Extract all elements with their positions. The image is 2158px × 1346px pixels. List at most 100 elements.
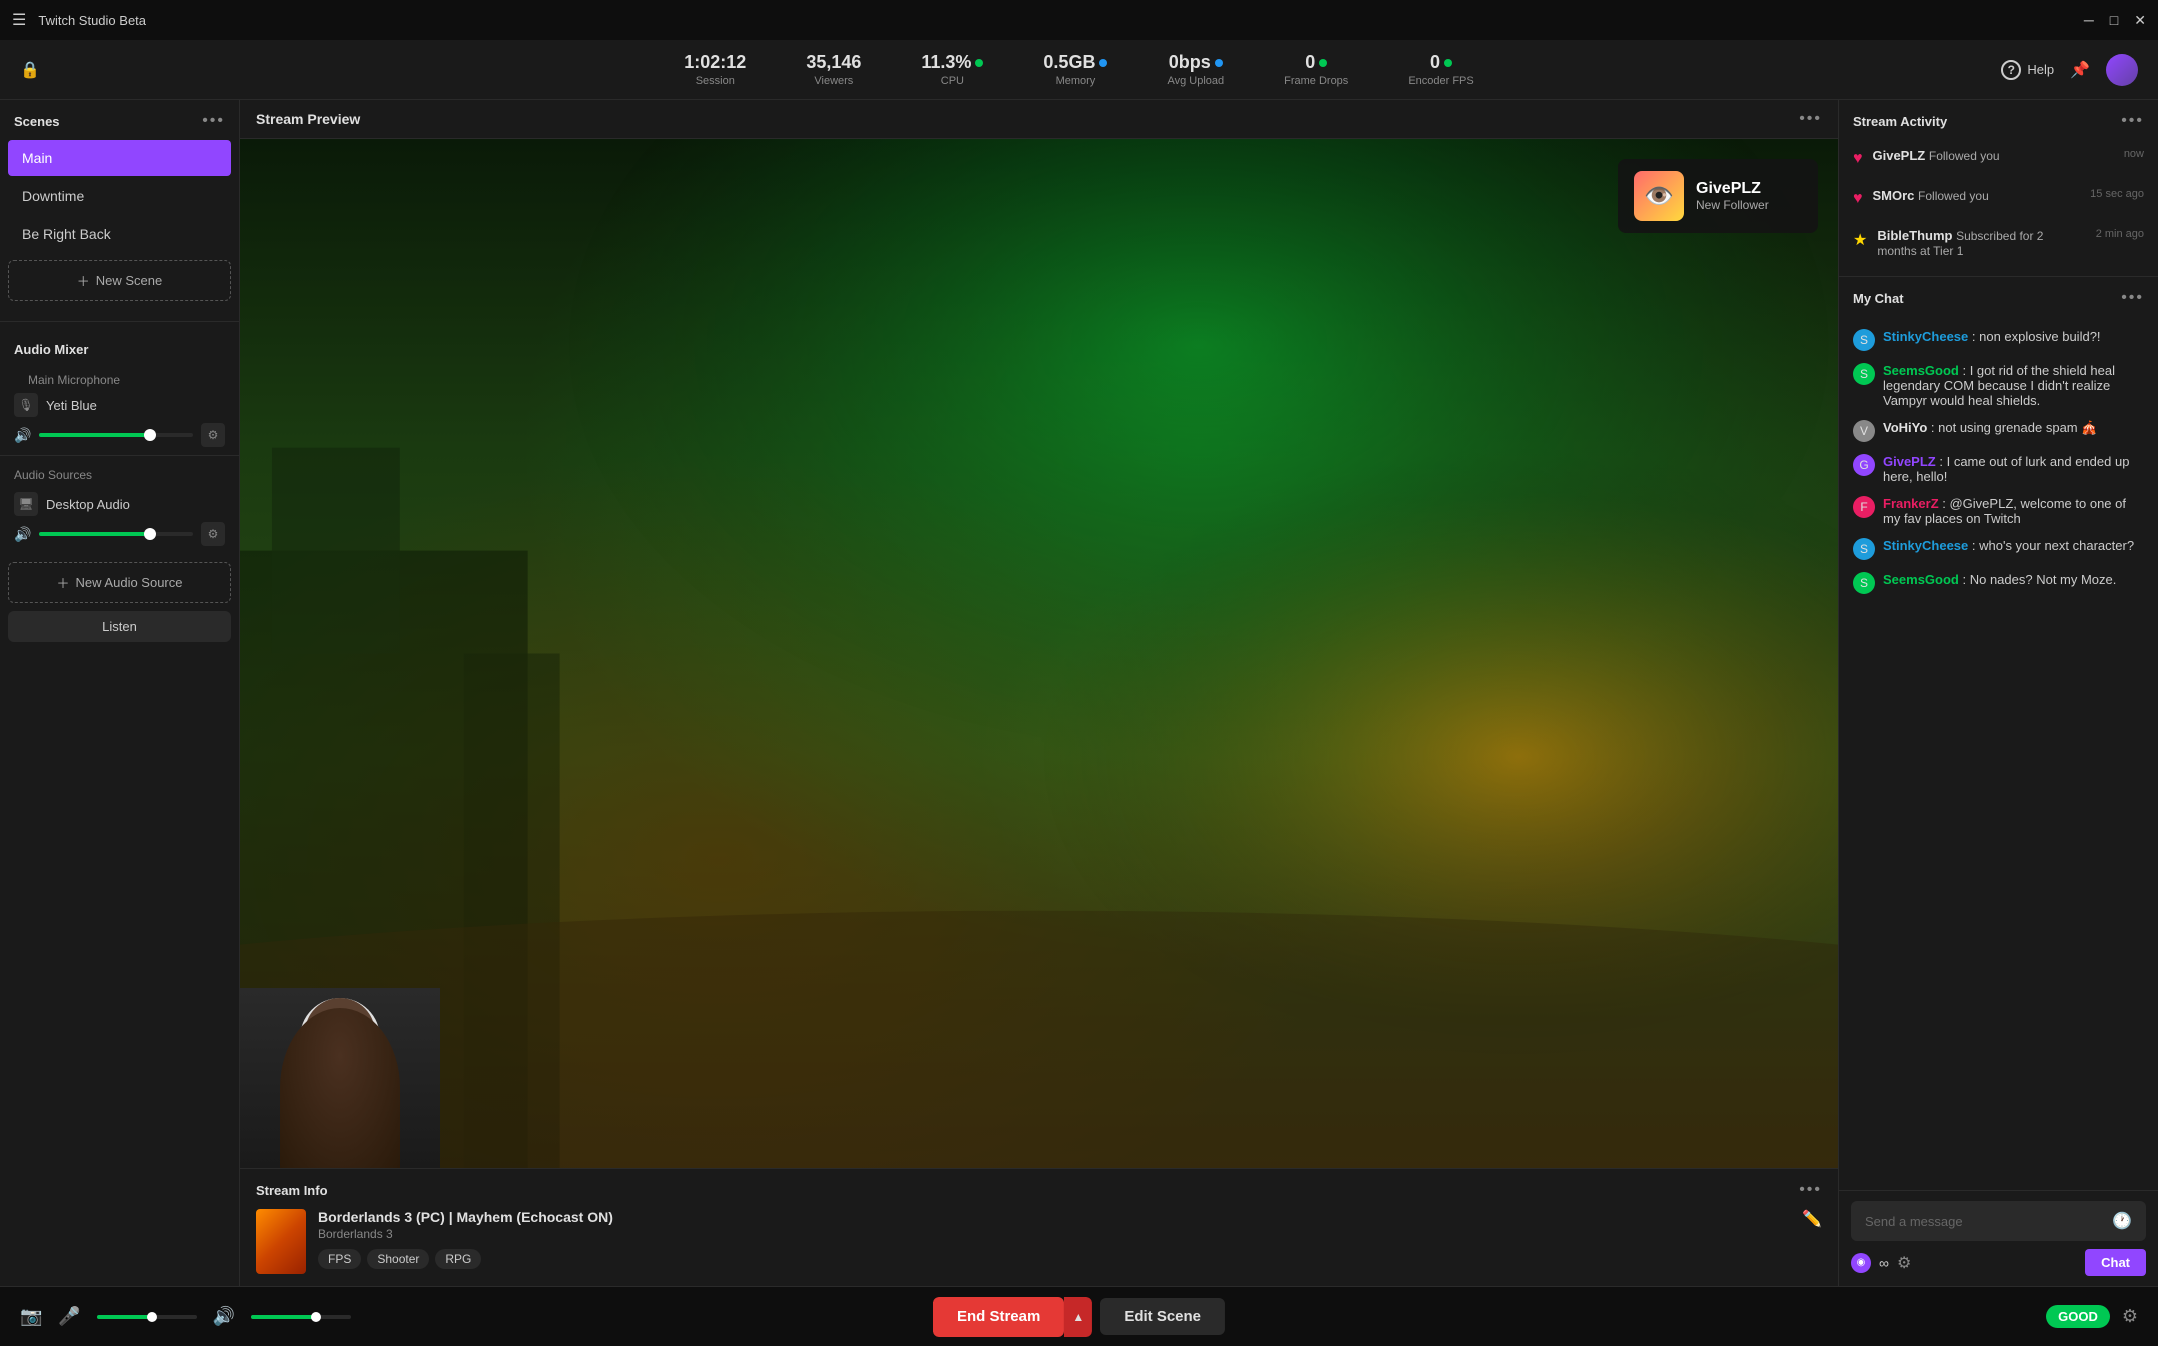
preview-menu-button[interactable]: ••• [1799,110,1822,128]
chat-input-box[interactable]: Send a message 🕐 [1851,1201,2146,1241]
scene-item-main[interactable]: Main [8,140,231,176]
close-button[interactable]: ✕ [2134,12,2146,29]
stream-activity-title: Stream Activity [1853,114,1947,129]
desktop-audio-name: Desktop Audio [46,497,130,512]
speaker-icon[interactable]: 🔊 [213,1306,235,1327]
bottom-slider-2 [251,1315,351,1319]
chat-title: My Chat [1853,291,1904,306]
bottom-center-actions: End Stream ▲ Edit Scene [933,1297,1225,1337]
bottom-slider-track-2[interactable] [251,1315,351,1319]
chat-settings-button[interactable]: ⚙ [1897,1253,1911,1273]
chat-content-stinkycheese-1: StinkyCheese : non explosive build?! [1883,329,2144,344]
chat-message-stinkycheese-1: S StinkyCheese : non explosive build?! [1839,323,2158,357]
chat-avatar-stinkycheese: S [1853,329,1875,351]
chat-actions: ◉ ∞ ⚙ Chat [1851,1249,2146,1276]
caret-icon: ▲ [1072,1310,1084,1324]
edit-stream-info-button[interactable]: ✏️ [1802,1209,1822,1229]
chat-content-stinkycheese-2: StinkyCheese : who's your next character… [1883,538,2144,553]
stat-viewers: 35,146 Viewers [806,52,861,87]
audio-sources-label: Audio Sources [0,464,239,488]
titlebar: ☰ Twitch Studio Beta ─ □ ✕ [0,0,2158,40]
desktop-audio-slider[interactable] [39,532,193,536]
stream-activity-header: Stream Activity ••• [1839,100,2158,138]
camera-icon[interactable]: 📷 [20,1306,42,1327]
stream-details: Borderlands 3 (PC) | Mayhem (Echocast ON… [318,1209,1790,1269]
chat-menu-button[interactable]: ••• [2121,289,2144,307]
stat-memory: 0.5GB Memory [1043,52,1107,87]
follower-avatar: 👁️ [1634,171,1684,221]
user-avatar[interactable] [2106,54,2138,86]
microphone-bottom-icon[interactable]: 🎤 [58,1306,80,1327]
audio-mixer-title: Audio Mixer [14,342,88,357]
stat-avg-upload: 0bps Avg Upload [1167,52,1224,87]
stream-info-content: Borderlands 3 (PC) | Mayhem (Echocast ON… [256,1209,1822,1274]
chat-avatar-stinkycheese-2: S [1853,538,1875,560]
left-panel: Scenes ••• Main Downtime Be Right Back ＋… [0,100,240,1286]
follower-notification: 👁️ GivePLZ New Follower [1618,159,1818,233]
scene-item-be-right-back[interactable]: Be Right Back [8,216,231,252]
stream-info-header: Stream Info ••• [256,1181,1822,1199]
webcam-overlay [240,988,440,1168]
stream-activity-menu-button[interactable]: ••• [2121,112,2144,130]
emoji-button[interactable]: 🕐 [2112,1211,2132,1231]
help-button[interactable]: ? Help [2001,60,2054,80]
desktop-audio-settings-button[interactable]: ⚙ [201,522,225,546]
chat-username-seemsgood-2: SeemsGood [1883,572,1959,587]
microphone-label: Main Microphone [14,369,225,393]
chat-text-stinkycheese-2: : who's your next character? [1972,538,2134,553]
scene-item-downtime[interactable]: Downtime [8,178,231,214]
scenes-menu-button[interactable]: ••• [202,112,225,130]
maximize-button[interactable]: □ [2110,12,2118,29]
stat-frame-drops: 0 Frame Drops [1284,52,1348,87]
chat-content-frankerz: FrankerZ : @GivePLZ, welcome to one of m… [1883,496,2144,526]
bottom-slider-thumb-1[interactable] [147,1312,157,1322]
activity-body-biblethump: BibleThump Subscribed for 2 months at Ti… [1877,228,2085,258]
end-stream-button[interactable]: End Stream [933,1297,1064,1337]
end-stream-caret-button[interactable]: ▲ [1064,1297,1092,1337]
memory-dot [1099,59,1107,67]
end-stream-wrapper: End Stream ▲ [933,1297,1092,1337]
activity-time-biblethump: 2 min ago [2096,228,2144,240]
chat-send-button[interactable]: Chat [2085,1249,2146,1276]
chat-message-frankerz: F FrankerZ : @GivePLZ, welcome to one of… [1839,490,2158,532]
bottom-slider-track-1[interactable] [97,1315,197,1319]
desktop-audio-row: 🖥 Desktop Audio [14,492,225,516]
center-panel: Stream Preview ••• [240,100,1838,1286]
listen-button[interactable]: Listen [8,611,231,642]
activity-body-giveplz: GivePLZ Followed you [1873,148,2114,163]
stat-cpu: 11.3% CPU [921,52,983,87]
edit-scene-button[interactable]: Edit Scene [1100,1298,1225,1335]
microphone-slider[interactable] [39,433,193,437]
chat-left-actions: ◉ ∞ ⚙ [1851,1253,1911,1273]
microphone-settings-button[interactable]: ⚙ [201,423,225,447]
activity-body-smorc: SMOrc Followed you [1873,188,2081,203]
settings-button[interactable]: ⚙ [2122,1306,2138,1327]
chat-text-vohiyo: : not using grenade spam 🎪 [1931,420,2098,435]
new-audio-source-button[interactable]: ＋ New Audio Source [8,562,231,603]
stream-info-menu-button[interactable]: ••• [1799,1181,1822,1199]
chat-message-seemsgood-2: S SeemsGood : No nades? Not my Moze. [1839,566,2158,600]
chat-username-seemsgood-1: SeemsGood [1883,363,1959,378]
stat-encoder-fps: 0 Encoder FPS [1408,52,1473,87]
menu-icon[interactable]: ☰ [12,10,26,30]
game-thumbnail [256,1209,306,1274]
frame-drops-label: Frame Drops [1284,75,1348,87]
audio-mixer-section: Audio Mixer Main Microphone 🎙 Yeti Blue … [0,322,239,664]
tag-shooter: Shooter [367,1249,429,1269]
activity-time-smorc: 15 sec ago [2090,188,2144,200]
chat-message-stinkycheese-2: S StinkyCheese : who's your next charact… [1839,532,2158,566]
bottom-slider-thumb-2[interactable] [311,1312,321,1322]
desktop-audio-slider-thumb[interactable] [144,528,156,540]
heart-icon-smorc: ♥ [1853,190,1863,208]
desktop-audio-device: 🖥 Desktop Audio 🔊 ⚙ [0,488,239,554]
microphone-slider-thumb[interactable] [144,429,156,441]
chat-username-stinkycheese-1: StinkyCheese [1883,329,1968,344]
activity-desc-smorc: Followed you [1918,189,1989,203]
chat-input-placeholder[interactable]: Send a message [1865,1214,2104,1229]
activity-name-smorc: SMOrc [1873,188,1915,203]
new-scene-button[interactable]: ＋ New Scene [8,260,231,301]
chat-message-giveplz: G GivePLZ : I came out of lurk and ended… [1839,448,2158,490]
pin-icon[interactable]: 📌 [2070,60,2090,80]
minimize-button[interactable]: ─ [2084,12,2094,29]
chat-avatar-giveplz: G [1853,454,1875,476]
